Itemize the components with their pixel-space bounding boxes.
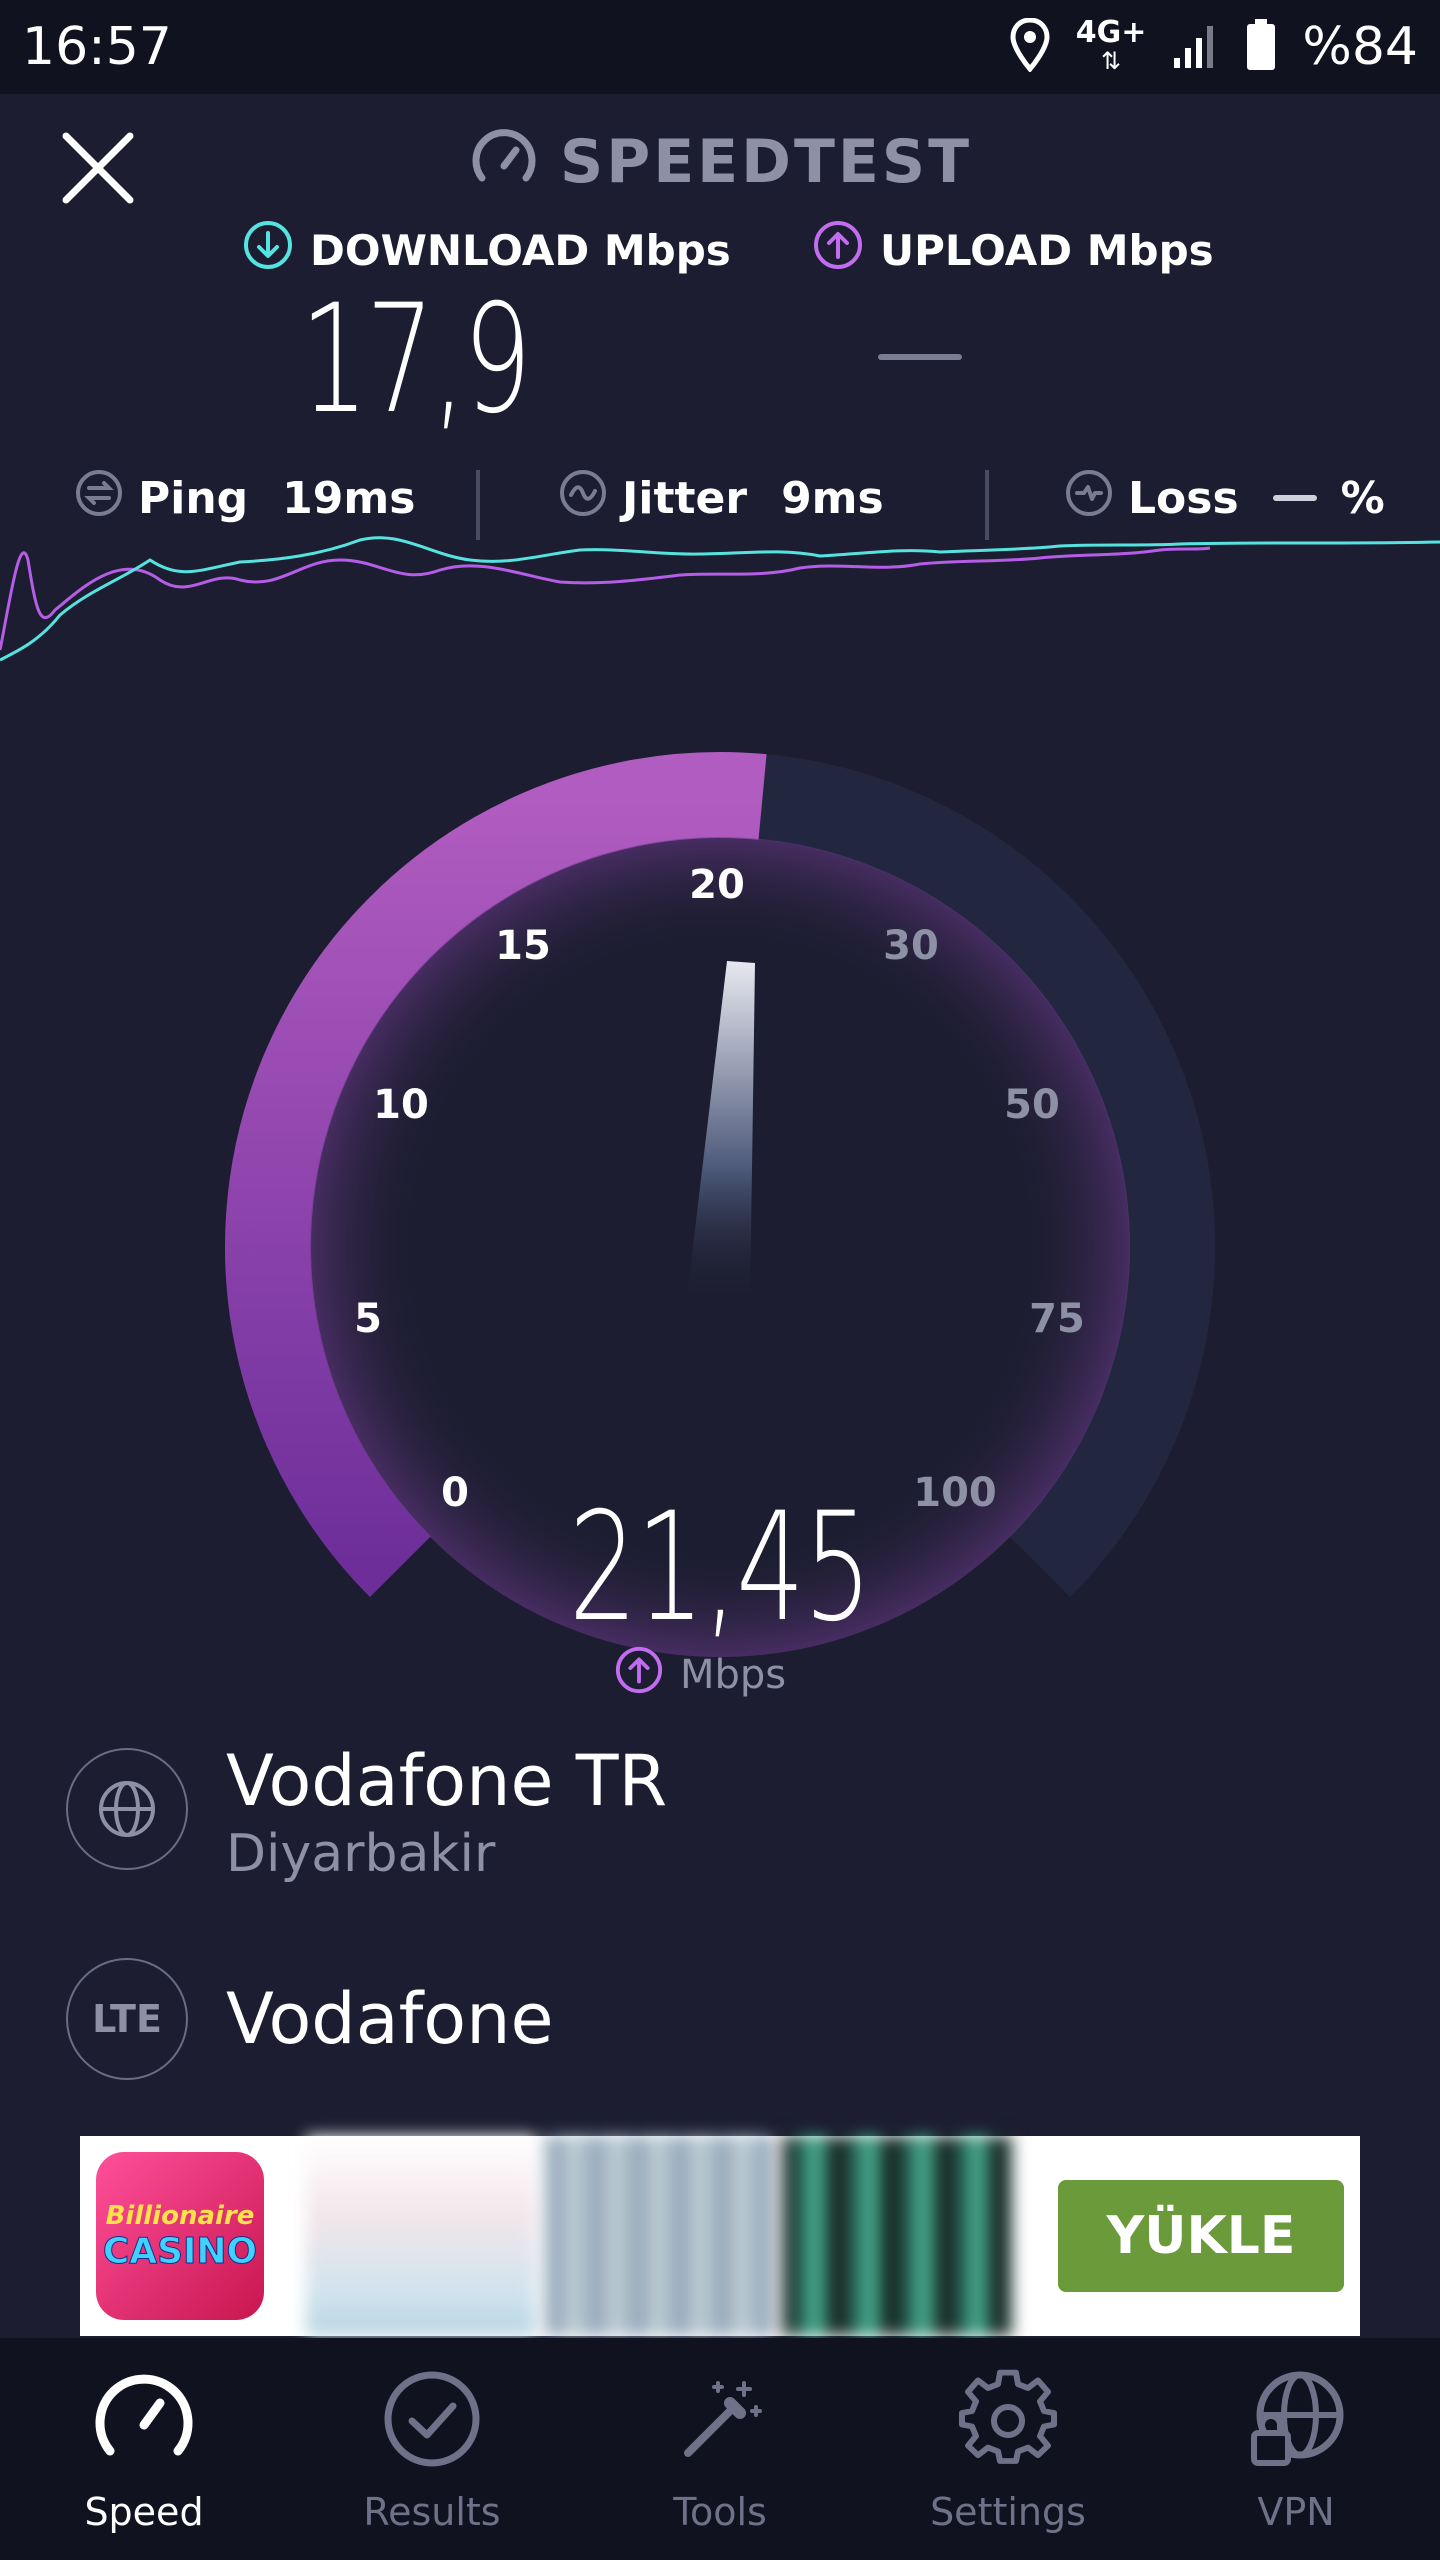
loss-label: Loss [1128, 472, 1239, 524]
download-graph-line [0, 536, 1440, 662]
speedometer-icon [470, 126, 538, 198]
download-arrow-icon [242, 219, 294, 281]
ping-label: Ping [138, 472, 249, 524]
upload-label: UPLOAD Mbps [880, 225, 1214, 275]
upload-value-placeholder [878, 354, 962, 360]
gauge-unit-label: Mbps [680, 1652, 787, 1698]
download-value: 17,9 [300, 273, 532, 447]
close-button[interactable] [56, 126, 140, 210]
nav-label: Results [363, 2490, 501, 2534]
download-header: DOWNLOAD Mbps [242, 219, 731, 281]
gauge-tick-label: 15 [495, 923, 551, 969]
upload-arrow-icon [614, 1645, 664, 1705]
ad-app-logo[interactable]: Billionaire CASINO [96, 2152, 264, 2320]
nav-item-tools[interactable]: Tools [576, 2338, 864, 2560]
check-circle-icon [377, 2364, 487, 2474]
upload-arrow-icon [812, 219, 864, 281]
battery-percentage: %84 [1302, 17, 1418, 77]
ping-stat: Ping 19ms [74, 468, 415, 528]
nav-item-results[interactable]: Results [288, 2338, 576, 2560]
download-label: DOWNLOAD Mbps [310, 225, 731, 275]
ad-screenshot[interactable] [544, 2136, 774, 2336]
app-title: SPEEDTEST [560, 127, 973, 197]
ad-banner[interactable]: Billionaire CASINO YÜKLE [80, 2136, 1360, 2336]
nav-item-settings[interactable]: Settings [864, 2338, 1152, 2560]
ad-logo-text-bottom: CASINO [102, 2230, 258, 2272]
speed-icon [89, 2364, 199, 2474]
nav-label: Speed [84, 2490, 204, 2534]
nav-label: Settings [930, 2490, 1086, 2534]
nav-item-vpn[interactable]: VPN [1152, 2338, 1440, 2560]
status-icons: 4G+ ⇅ %84 [1010, 14, 1418, 80]
gauge-tick-label: 10 [373, 1082, 429, 1128]
network-type-icon: 4G+ ⇅ [1075, 15, 1147, 76]
upload-header: UPLOAD Mbps [812, 219, 1214, 281]
loss-value-dash [1272, 495, 1317, 501]
ad-screenshot[interactable] [306, 2136, 536, 2336]
ad-logo-text-top: Billionaire [105, 2200, 255, 2231]
status-time: 16:57 [22, 17, 172, 77]
isp-globe-button[interactable] [66, 1748, 188, 1870]
magic-wand-icon [665, 2364, 775, 2474]
bottom-navigation: Speed Results Tools Settings VPN [0, 2338, 1440, 2560]
jitter-value: 9ms [781, 472, 884, 524]
location-icon [1010, 17, 1050, 76]
signal-icon [1172, 20, 1220, 74]
loss-value: % [1340, 472, 1385, 524]
gear-icon [953, 2364, 1063, 2474]
app-header: SPEEDTEST [470, 124, 972, 200]
ping-value: 19ms [282, 472, 416, 524]
gauge-tick-label: 50 [1004, 1082, 1060, 1128]
jitter-label: Jitter [622, 472, 748, 524]
jitter-stat: Jitter 9ms [558, 468, 884, 528]
isp-location: Diyarbakir [226, 1824, 496, 1884]
speed-history-graph [0, 536, 1440, 662]
globe-icon [99, 1781, 155, 1837]
loss-stat: Loss % [1064, 468, 1385, 528]
gauge-tick-label: 30 [883, 923, 939, 969]
isp-name[interactable]: Vodafone TR [226, 1740, 667, 1822]
ad-screenshot[interactable] [782, 2136, 1012, 2336]
gauge-tick-label: 5 [354, 1296, 382, 1342]
globe-lock-icon [1241, 2364, 1351, 2474]
nav-label: VPN [1257, 2490, 1335, 2534]
gauge-speed-value: 21,45 [569, 1481, 872, 1655]
gauge-tick-label: 20 [689, 862, 745, 908]
nav-label: Tools [673, 2490, 767, 2534]
ad-install-button[interactable]: YÜKLE [1058, 2180, 1344, 2292]
gauge-unit: Mbps [614, 1645, 787, 1705]
upload-graph-line [0, 546, 1211, 651]
battery-icon [1246, 18, 1276, 76]
lte-icon: LTE [92, 1997, 162, 2041]
gauge-tick-label: 75 [1029, 1296, 1085, 1342]
nav-item-speed[interactable]: Speed [0, 2338, 288, 2560]
close-icon [62, 132, 134, 204]
network-type-button[interactable]: LTE [66, 1958, 188, 2080]
network-carrier-name: Vodafone [226, 1978, 554, 2060]
